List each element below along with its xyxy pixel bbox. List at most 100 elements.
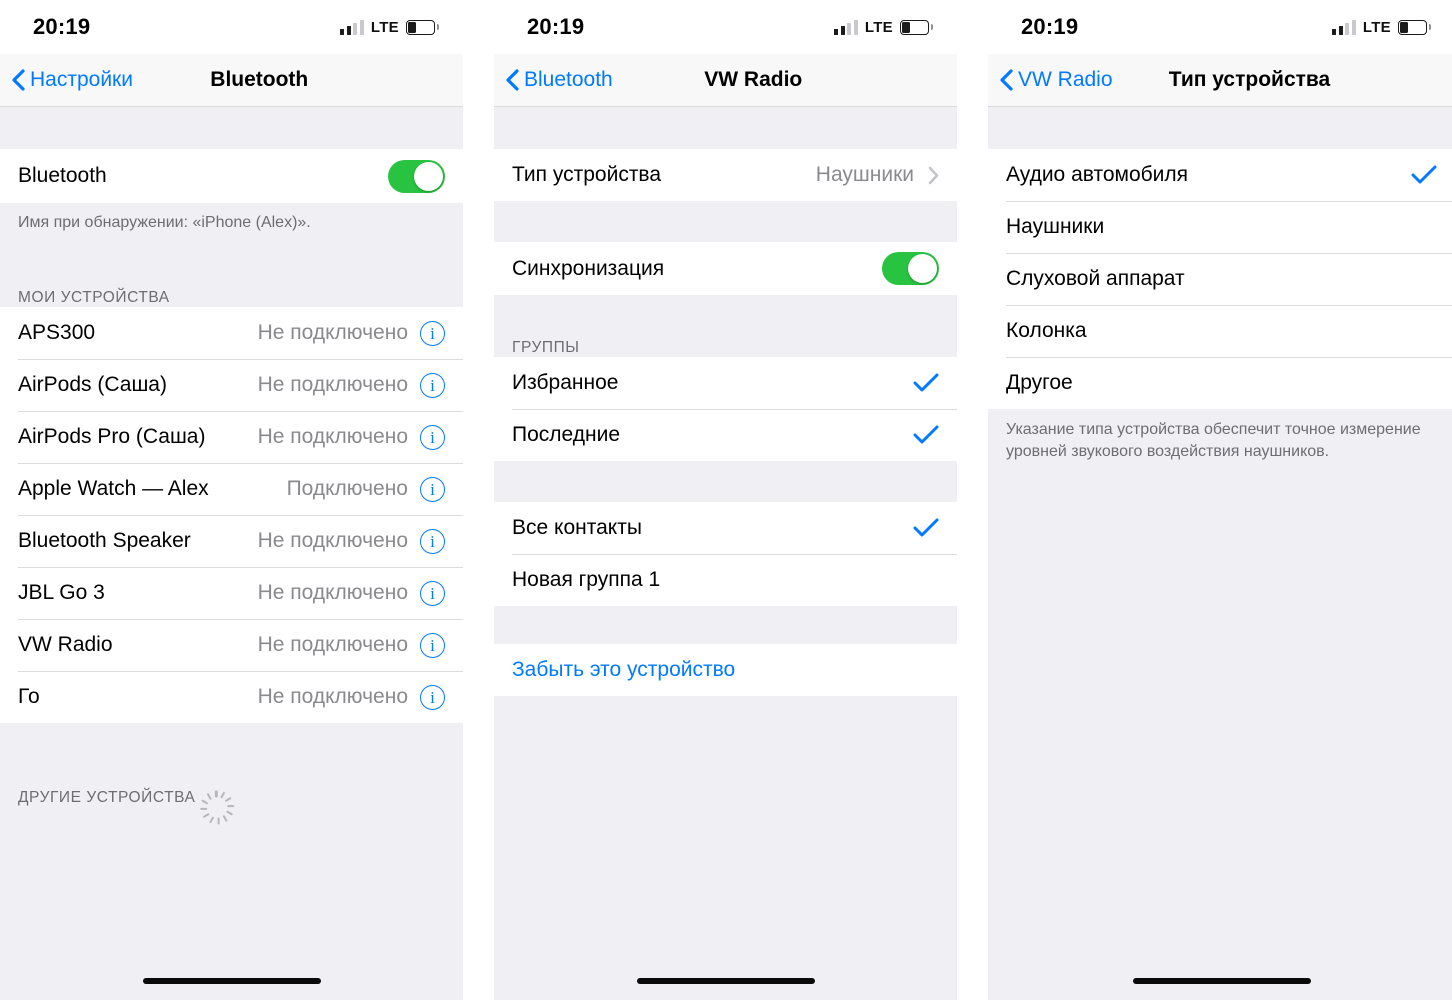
phone-screen-vw-radio: 20:19 LTE Bluetooth VW Radio Тип устройс… <box>494 0 957 1000</box>
device-status: Не подключено <box>257 529 408 552</box>
info-icon[interactable]: i <box>420 684 445 710</box>
option-label: Слуховой аппарат <box>1006 267 1185 290</box>
bluetooth-toggle-row[interactable]: Bluetooth <box>0 149 463 203</box>
back-button-settings[interactable]: Настройки <box>12 68 133 92</box>
device-type-value: Наушники <box>815 163 914 186</box>
section-gap <box>494 295 957 325</box>
table-row[interactable]: JBL Go 3 Не подключено i <box>0 567 463 619</box>
navigation-bar: Bluetooth VW Radio <box>494 54 957 107</box>
sync-label: Синхронизация <box>512 256 665 280</box>
loading-spinner-icon <box>200 786 235 825</box>
status-indicators: LTE <box>834 18 933 36</box>
device-type-group: Тип устройства Наушники <box>494 149 957 201</box>
group-label: Избранное <box>512 371 619 394</box>
bluetooth-toggle-switch[interactable] <box>388 159 445 193</box>
network-type-label: LTE <box>864 18 893 36</box>
status-bar: 20:19 LTE <box>988 0 1452 54</box>
status-clock: 20:19 <box>527 14 585 39</box>
list-item[interactable]: Наушники <box>988 201 1452 253</box>
back-button-label: Настройки <box>30 68 133 91</box>
table-row[interactable]: APS300 Не подключено i <box>0 307 463 359</box>
device-name: JBL Go 3 <box>18 581 105 604</box>
info-icon[interactable]: i <box>420 424 445 450</box>
list-item[interactable]: Все контакты <box>494 502 957 554</box>
section-gap <box>494 606 957 644</box>
list-item[interactable]: Слуховой аппарат <box>988 253 1452 305</box>
sync-row[interactable]: Синхронизация <box>494 242 957 295</box>
device-name: Го <box>18 685 40 708</box>
device-status: Подключено <box>286 477 408 500</box>
info-icon[interactable]: i <box>420 372 445 398</box>
section-gap <box>494 461 957 502</box>
settings-list: Тип устройства Наушники Синхронизация ГР… <box>494 107 957 1000</box>
cellular-signal-icon <box>340 19 364 35</box>
info-icon[interactable]: i <box>420 632 445 658</box>
table-row[interactable]: AirPods Pro (Саша) Не подключено i <box>0 411 463 463</box>
list-item[interactable]: Аудио автомобиля <box>988 149 1452 201</box>
network-type-label: LTE <box>370 18 399 36</box>
back-button-bluetooth[interactable]: Bluetooth <box>506 68 613 92</box>
groups-list: Избранное Последние <box>494 357 957 461</box>
contact-group-label: Новая группа 1 <box>512 568 661 591</box>
section-gap <box>0 107 463 149</box>
table-row[interactable]: Го Не подключено i <box>0 671 463 723</box>
device-type-row[interactable]: Тип устройства Наушники <box>494 149 957 201</box>
device-type-options: Аудио автомобиля Наушники Слуховой аппар… <box>988 149 1452 409</box>
forget-device-label: Забыть это устройство <box>512 658 736 681</box>
status-bar: 20:19 LTE <box>494 0 957 54</box>
list-item[interactable]: Новая группа 1 <box>494 554 957 606</box>
three-phone-screenshots: 20:19 LTE Настройки Bluetooth Bluetooth <box>0 0 1452 1000</box>
discovery-name-note: Имя при обнаружении: «iPhone (Alex)». <box>0 203 463 234</box>
my-devices-group: APS300 Не подключено i AirPods (Саша) Не… <box>0 307 463 723</box>
panel-divider <box>463 0 494 1000</box>
list-item[interactable]: Другое <box>988 357 1452 409</box>
my-devices-header: МОИ УСТРОЙСТВА <box>0 277 463 307</box>
chevron-left-icon <box>12 69 25 91</box>
network-type-label: LTE <box>1362 18 1391 36</box>
list-item[interactable]: Последние <box>494 409 957 461</box>
phone-screen-device-type: 20:19 LTE VW Radio Тип устройства Аудио … <box>988 0 1452 1000</box>
option-label: Аудио автомобиля <box>1006 163 1189 186</box>
device-type-label: Тип устройства <box>512 163 662 186</box>
info-icon[interactable]: i <box>420 580 445 606</box>
sync-group: Синхронизация <box>494 242 957 295</box>
info-icon[interactable]: i <box>420 528 445 554</box>
other-devices-header-row: ДРУГИЕ УСТРОЙСТВА <box>0 781 463 825</box>
contact-group-label: Все контакты <box>512 516 642 539</box>
device-name: AirPods (Саша) <box>18 373 167 396</box>
battery-icon <box>900 19 933 35</box>
back-button-label: Bluetooth <box>524 68 613 91</box>
info-icon[interactable]: i <box>420 476 445 502</box>
sync-toggle-switch[interactable] <box>882 252 939 285</box>
list-item[interactable]: Колонка <box>988 305 1452 357</box>
settings-list: Bluetooth Имя при обнаружении: «iPhone (… <box>0 107 463 1000</box>
option-label: Наушники <box>1006 215 1105 238</box>
device-name: Bluetooth Speaker <box>18 529 191 552</box>
forget-device-row[interactable]: Забыть это устройство <box>494 644 957 696</box>
home-indicator <box>636 978 815 984</box>
table-row[interactable]: VW Radio Не подключено i <box>0 619 463 671</box>
contact-groups-list: Все контакты Новая группа 1 <box>494 502 957 606</box>
device-status: Не подключено <box>257 373 408 396</box>
checkmark-icon <box>913 518 939 537</box>
status-clock: 20:19 <box>1021 14 1079 39</box>
other-devices-header: ДРУГИЕ УСТРОЙСТВА <box>18 789 196 806</box>
device-name: APS300 <box>18 321 96 344</box>
home-indicator <box>142 978 321 984</box>
checkmark-icon <box>913 373 939 392</box>
status-indicators: LTE <box>1332 18 1431 36</box>
table-row[interactable]: AirPods (Саша) Не подключено i <box>0 359 463 411</box>
device-name: Apple Watch — Alex <box>18 477 209 500</box>
list-item[interactable]: Избранное <box>494 357 957 409</box>
info-icon[interactable]: i <box>420 320 445 346</box>
navigation-bar: VW Radio Тип устройства <box>988 54 1452 107</box>
table-row[interactable]: Bluetooth Speaker Не подключено i <box>0 515 463 567</box>
chevron-left-icon <box>1000 69 1013 91</box>
table-row[interactable]: Apple Watch — Alex Подключено i <box>0 463 463 515</box>
navigation-bar: Настройки Bluetooth <box>0 54 463 107</box>
cellular-signal-icon <box>1332 19 1356 35</box>
checkmark-icon <box>913 425 939 444</box>
cellular-signal-icon <box>834 19 858 35</box>
back-button-vw-radio[interactable]: VW Radio <box>1000 68 1113 92</box>
discovery-note-section: Имя при обнаружении: «iPhone (Alex)». <box>0 203 463 277</box>
